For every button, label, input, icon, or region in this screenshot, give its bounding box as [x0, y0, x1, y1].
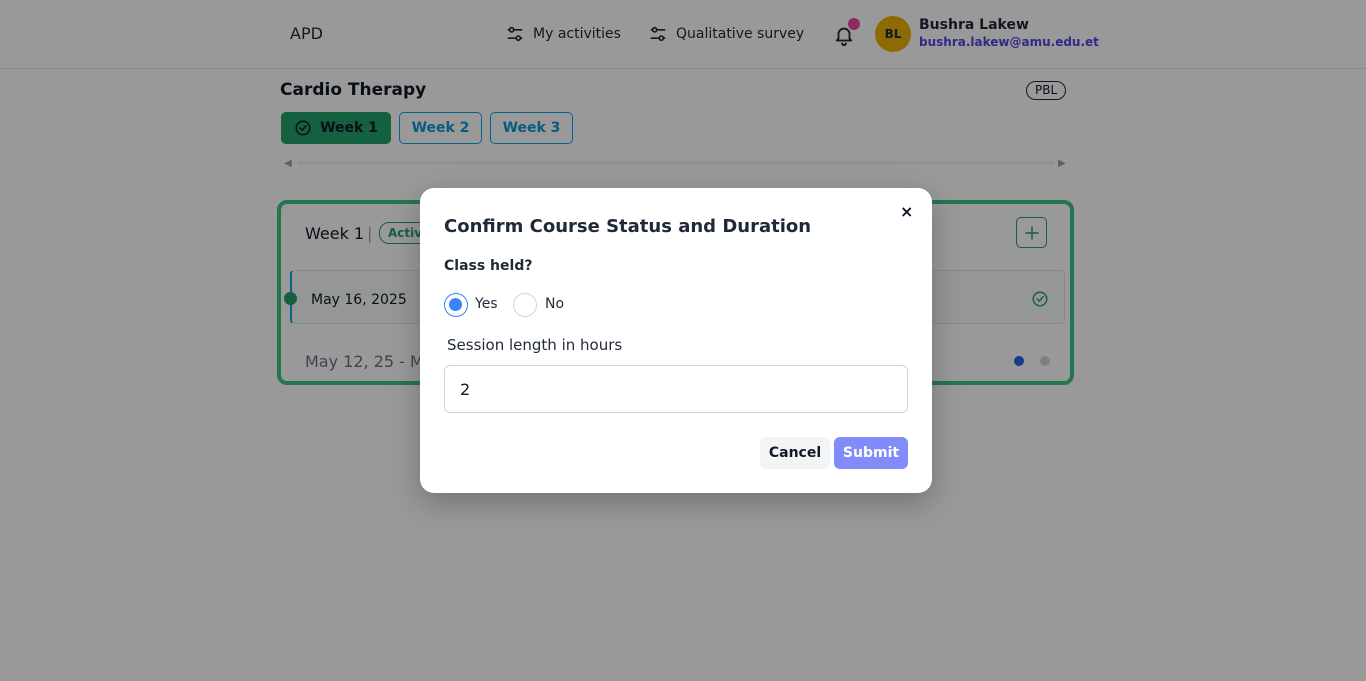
radio-yes-label[interactable]: Yes [475, 296, 498, 312]
session-length-label: Session length in hours [447, 336, 623, 354]
close-icon[interactable]: × [900, 202, 913, 221]
submit-button[interactable]: Submit [834, 437, 908, 469]
radio-yes[interactable] [444, 293, 468, 317]
modal-title: Confirm Course Status and Duration [444, 216, 812, 237]
cancel-button[interactable]: Cancel [760, 437, 830, 469]
radio-no[interactable] [513, 293, 537, 317]
session-length-input[interactable] [444, 365, 908, 413]
class-held-label: Class held? [444, 258, 533, 274]
confirm-course-modal: Confirm Course Status and Duration × Cla… [420, 188, 932, 493]
radio-no-label[interactable]: No [545, 296, 564, 312]
